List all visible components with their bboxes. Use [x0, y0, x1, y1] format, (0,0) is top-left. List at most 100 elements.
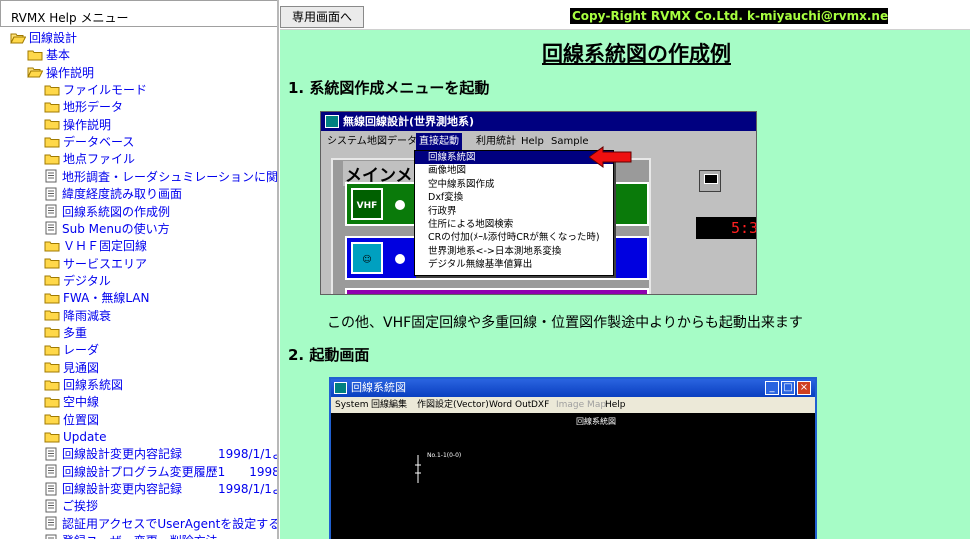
shot1-dropdown-item: デジタル無線基準値算出 [428, 259, 533, 271]
nav-tree-item[interactable]: サービスエリア [44, 255, 147, 272]
shot1-menu-stats: 利用統計 [476, 136, 516, 147]
nav-tree-item[interactable]: 空中線 [44, 393, 99, 410]
folder-icon [44, 118, 60, 130]
nav-tree-label: ファイルモード [63, 83, 148, 98]
nav-tree-item[interactable]: 見通図 [44, 359, 99, 376]
folder-icon [44, 326, 60, 338]
folder-icon [44, 431, 60, 443]
folder-icon [44, 361, 60, 373]
nav-tree-item[interactable]: Update [44, 428, 106, 445]
nav-tree-label: 操作説明 [63, 117, 112, 132]
shot1-dropdown-item: 行政界 [428, 205, 457, 217]
nav-tree-item[interactable]: FWA・無線LAN [44, 289, 149, 306]
menu-screenshot: 無線回線設計(世界測地系) システム 地図データ 直接起動 利用統計 Help … [320, 111, 757, 295]
nav-tree-item[interactable]: レーダ [44, 341, 99, 358]
minimize-icon: _ [765, 381, 779, 395]
folder-icon [44, 101, 60, 113]
shot1-dropdown-item: 空中線系図作成 [428, 178, 495, 190]
nav-tree-item[interactable]: 基本 [27, 46, 70, 63]
nav-tree-label: 認証用アクセスでUserAgentを設定する [62, 516, 279, 531]
person-icon: ☺ [351, 242, 383, 274]
folder-icon [44, 240, 60, 252]
page-title: 回線系統図の作成例 [542, 42, 731, 66]
shot2-titlebar: 回線系統図 [331, 379, 815, 397]
shot2-window-title: 回線系統図 [351, 381, 406, 394]
shot1-dropdown: 回線系統図 画像地図 空中線系図作成 Dxf変換 行政界 住所による地図検索 CRの付加(ﾒ… [414, 150, 614, 276]
document-icon [44, 204, 58, 218]
folder-icon [44, 274, 60, 286]
nav-tree-item[interactable]: ＶＨＦ固定回線 [44, 237, 147, 254]
nav-tree-item[interactable]: 操作説明 [27, 64, 94, 81]
nav-tree-label: 回線設計変更内容記録 1998/1/1よ [62, 447, 279, 462]
shot1-dropdown-item: 回線系統図 [415, 151, 613, 165]
nav-tree-label: デジタル [63, 273, 111, 288]
nav-tree-item[interactable]: 回線設計変更内容記録 1998/1/1よ [44, 480, 277, 497]
app-icon [325, 115, 339, 128]
folder-icon [44, 309, 60, 321]
vhf-icon: VHF [351, 188, 383, 220]
shot2-canvas-label: 回線系統図 [576, 417, 616, 426]
nav-tree-label: 回線設計プログラム変更履歴1 1998 [62, 464, 279, 479]
nav-tree-item[interactable]: 降雨減衰 [44, 307, 111, 324]
nav-tree-label: サービスエリア [63, 256, 148, 271]
nav-tree-item[interactable]: 地形調査・レーダシュミレーションに関 [44, 168, 277, 185]
nav-tree-item[interactable]: デジタル [44, 272, 111, 289]
nav-tree-item[interactable]: 操作説明 [44, 116, 111, 133]
nav-tree-item[interactable]: Sub Menuの使い方 [44, 220, 170, 237]
shot2-menu-system: System [335, 400, 369, 410]
nav-tree-item[interactable]: ご挨拶 [44, 497, 98, 514]
nav-tree-label: ご挨拶 [62, 499, 99, 514]
station-marker-icon [415, 455, 421, 483]
nav-tree-item[interactable]: 多重 [44, 324, 87, 341]
nav-panel: RVMX Help メニュー 回線設計 基本 操作説明 ファイルモード 地形データ 操作説… [0, 0, 279, 539]
nav-tree-item[interactable]: データベース [44, 133, 134, 150]
special-screen-button[interactable]: 専用画面へ [280, 6, 364, 28]
folder-open-icon [27, 66, 43, 78]
nav-tree-label: 登録ユーザー変更・削除方法 [62, 532, 218, 539]
nav-tree-label: 回線系統図の作成例 [62, 204, 171, 219]
nav-tree-item[interactable]: ファイルモード [44, 81, 147, 98]
app-icon [334, 382, 347, 394]
document-icon [44, 499, 58, 513]
nav-tree-item[interactable]: 位置図 [44, 411, 99, 428]
shot1-dropdown-item: 住所による地図検索 [428, 218, 514, 230]
nav-tree-item[interactable]: 回線系統図の作成例 [44, 203, 170, 220]
shot2-menu-word: Word Out [489, 400, 532, 410]
nav-tree-label: 回線設計 [29, 31, 78, 45]
shot2-menu-imagemap: Image Map [556, 400, 607, 410]
step1-heading: 1. 系統図作成メニューを起動 [288, 79, 490, 97]
nav-tree-label: 基本 [46, 48, 71, 63]
folder-icon [44, 413, 60, 425]
document-icon [44, 447, 58, 461]
document-icon [44, 169, 58, 183]
nav-tree-label: 地形データ [63, 100, 124, 115]
folder-icon [27, 49, 43, 61]
radio-dot-icon [395, 200, 405, 210]
nav-tree-item[interactable]: 登録ユーザー変更・削除方法 [44, 532, 218, 539]
close-icon: × [797, 381, 811, 395]
nav-tree-item[interactable]: 地点ファイル [44, 150, 135, 167]
shot1-menu-mapdata: 地図データ [367, 136, 417, 147]
nav-tree-label: 多重 [63, 325, 88, 340]
nav-tree-label: 降雨減衰 [63, 308, 112, 323]
radio-dot-icon [395, 254, 405, 264]
shot1-titlebar: 無線回線設計(世界測地系) [321, 112, 756, 131]
nav-tree-label: 位置図 [63, 412, 100, 427]
nav-tree-item[interactable]: 回線設計変更内容記録 1998/1/1よ [44, 445, 279, 462]
shot1-menubar: システム 地図データ 直接起動 利用統計 Help Sample [321, 133, 756, 150]
diagram-screenshot: 回線系統図 _ □ × System 回線編集 作図設定(Vector) Wor… [329, 377, 817, 539]
nav-tree-label: Update [63, 429, 107, 444]
folder-icon [44, 292, 60, 304]
computer-icon [699, 170, 721, 192]
content-frame: 専用画面へ Copy-Right RVMX Co.Ltd. k-miyauchi… [280, 0, 970, 539]
nav-tree-label: FWA・無線LAN [63, 291, 150, 306]
nav-tree-label: 回線系統図 [63, 378, 124, 392]
nav-tree-label: 緯度経度読み取り画面 [62, 187, 183, 202]
nav-tree-item[interactable]: 緯度経度読み取り画面 [44, 185, 182, 202]
nav-tree-item[interactable]: 回線設計プログラム変更履歴1 1998 [44, 463, 279, 480]
nav-tree-item[interactable]: 回線設計 [10, 29, 77, 46]
nav-tree-item[interactable]: 認証用アクセスでUserAgentを設定する [44, 515, 279, 532]
nav-tree-item[interactable]: 回線系統図 [44, 376, 123, 393]
document-icon [44, 516, 58, 530]
nav-tree-item[interactable]: 地形データ [44, 98, 123, 115]
